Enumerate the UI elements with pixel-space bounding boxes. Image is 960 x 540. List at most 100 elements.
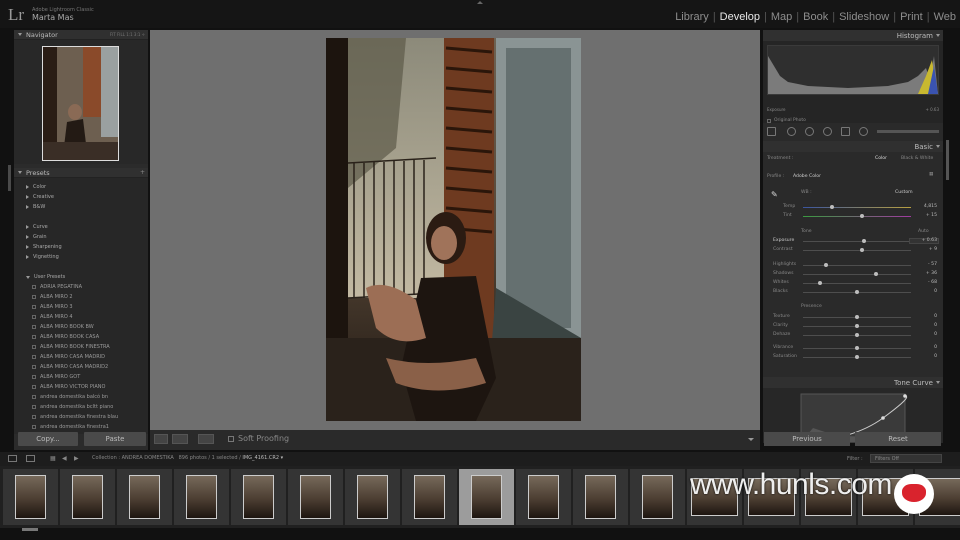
texture-slider-knob[interactable] <box>855 315 859 319</box>
preset-group-sharpening[interactable]: Sharpening <box>26 242 148 252</box>
filmstrip-thumbnail[interactable] <box>402 469 457 525</box>
expand-triangle-icon[interactable] <box>26 185 29 189</box>
user-preset-item[interactable]: ALBA MIRO CASA MADRID <box>26 352 148 362</box>
preset-checkbox[interactable] <box>32 365 36 369</box>
profile-select[interactable]: Adobe Color <box>793 174 821 179</box>
preset-group-color[interactable]: Color <box>26 182 148 192</box>
graduated-filter-icon[interactable] <box>841 127 850 136</box>
whites-slider-track[interactable] <box>803 281 911 285</box>
module-library[interactable]: Library <box>671 11 709 23</box>
filmstrip-thumbnail[interactable] <box>345 469 400 525</box>
expand-triangle-icon[interactable] <box>26 225 29 229</box>
treatment-bw-option[interactable]: Black & White <box>901 156 933 161</box>
navigator-thumbnail[interactable] <box>42 46 119 161</box>
filmstrip-thumbnail[interactable] <box>459 469 514 525</box>
preset-group-user-presets[interactable]: User Presets <box>26 272 148 282</box>
dehaze-value[interactable]: 0 <box>934 332 937 337</box>
highlights-slider-knob[interactable] <box>824 263 829 267</box>
expand-triangle-icon[interactable] <box>26 235 29 239</box>
preset-checkbox[interactable] <box>32 345 36 349</box>
saturation-value[interactable]: 0 <box>934 354 937 359</box>
preset-checkbox[interactable] <box>32 305 36 309</box>
whites-slider-knob[interactable] <box>818 281 823 285</box>
filmstrip-thumbnail[interactable] <box>231 469 286 525</box>
filmstrip-thumbnail[interactable] <box>288 469 343 525</box>
loupe-view-button[interactable] <box>154 434 168 444</box>
filmstrip-source[interactable]: Collection : ANDREA DOMESTIKA 896 photos… <box>92 455 283 461</box>
user-preset-item[interactable]: ADRIA PEGATINA <box>26 282 148 292</box>
toolbar-options-dropdown-icon[interactable] <box>748 438 754 441</box>
whites-value[interactable]: - 68 <box>928 280 937 285</box>
compare-button[interactable] <box>198 434 214 444</box>
highlights-value[interactable]: - 57 <box>928 262 937 267</box>
user-preset-item[interactable]: ALBA MIRO BOOK FINESTRA <box>26 342 148 352</box>
shadows-slider-track[interactable] <box>803 272 911 276</box>
user-preset-item[interactable]: andrea domestika balcó bn <box>26 392 148 402</box>
collapse-triangle-icon[interactable] <box>18 171 22 174</box>
collapse-triangle-icon[interactable] <box>936 145 940 148</box>
navigator-preview[interactable] <box>14 40 148 164</box>
crop-tool-icon[interactable] <box>787 127 796 136</box>
contrast-slider-track[interactable] <box>803 248 911 252</box>
filmstrip-thumbnail[interactable] <box>3 469 58 525</box>
vibrance-slider-knob[interactable] <box>855 346 859 350</box>
tone-auto-button[interactable]: Auto <box>918 229 929 234</box>
preset-checkbox[interactable] <box>32 415 36 419</box>
clarity-slider-track[interactable] <box>803 324 911 328</box>
preset-checkbox[interactable] <box>32 335 36 339</box>
contrast-value[interactable]: + 9 <box>929 247 937 252</box>
exposure-slider-knob[interactable] <box>861 239 866 243</box>
selected-filename[interactable]: IMG_4161.CR2 ▾ <box>242 455 283 461</box>
module-develop[interactable]: Develop <box>716 11 760 23</box>
tint-slider-knob[interactable] <box>860 214 865 218</box>
user-preset-item[interactable]: ALBA MIRO 2 <box>26 292 148 302</box>
exposure-slider-track[interactable] <box>803 239 911 243</box>
left-panel-scrollbar[interactable] <box>8 165 11 191</box>
filmstrip-thumbnail[interactable] <box>630 469 685 525</box>
highlights-slider-track[interactable] <box>803 263 911 267</box>
preset-checkbox[interactable] <box>32 355 36 359</box>
temp-slider-track[interactable] <box>803 205 911 209</box>
navigator-header[interactable]: Navigator FIT FILL 1:1 3:1 ÷ <box>14 30 148 40</box>
red-eye-tool-icon[interactable] <box>823 127 832 136</box>
before-after-button[interactable] <box>172 434 188 444</box>
module-web[interactable]: Web <box>930 11 956 23</box>
dehaze-slider-knob[interactable] <box>855 333 859 337</box>
preset-checkbox[interactable] <box>32 285 36 289</box>
histogram-graph[interactable] <box>767 45 939 95</box>
paste-button[interactable]: Paste <box>84 432 146 446</box>
expand-triangle-icon[interactable] <box>26 245 29 249</box>
expand-triangle-icon[interactable] <box>26 195 29 199</box>
spot-removal-tool-icon[interactable] <box>805 127 814 136</box>
module-book[interactable]: Book <box>799 11 828 23</box>
filmstrip-thumbnail[interactable] <box>60 469 115 525</box>
preset-checkbox[interactable] <box>32 425 36 429</box>
filmstrip-scrollbar[interactable] <box>22 528 38 531</box>
reset-button[interactable]: Reset <box>855 432 941 446</box>
user-preset-item[interactable]: ALBA MIRO 3 <box>26 302 148 312</box>
right-panel-scrollbar[interactable] <box>946 140 949 180</box>
radial-filter-icon[interactable] <box>859 127 868 136</box>
collapse-top-arrow-icon[interactable] <box>477 1 483 4</box>
texture-value[interactable]: 0 <box>934 314 937 319</box>
user-preset-item[interactable]: andrea domestika bcltt piano <box>26 402 148 412</box>
original-photo-checkbox[interactable] <box>767 118 771 123</box>
clarity-slider-knob[interactable] <box>855 324 859 328</box>
brush-tool-slider[interactable] <box>877 130 939 133</box>
blacks-slider-knob[interactable] <box>855 290 859 294</box>
treatment-color-option[interactable]: Color <box>875 156 887 161</box>
forward-arrow-icon[interactable]: ▶ <box>74 455 83 462</box>
expand-triangle-icon[interactable] <box>26 255 29 259</box>
temp-slider-knob[interactable] <box>830 205 835 209</box>
collapse-triangle-icon[interactable] <box>18 33 22 36</box>
vibrance-slider-track[interactable] <box>803 346 911 350</box>
saturation-slider-knob[interactable] <box>855 355 859 359</box>
preset-group-bw[interactable]: B&W <box>26 202 148 212</box>
histogram-header[interactable]: Histogram <box>763 30 943 41</box>
filmstrip-thumbnail[interactable] <box>573 469 628 525</box>
tint-slider-track[interactable] <box>803 214 911 218</box>
preset-group-vignetting[interactable]: Vignetting <box>26 252 148 262</box>
user-preset-item[interactable]: ALBA MIRO 4 <box>26 312 148 322</box>
collapse-triangle-icon[interactable] <box>26 275 30 279</box>
preset-checkbox[interactable] <box>32 295 36 299</box>
